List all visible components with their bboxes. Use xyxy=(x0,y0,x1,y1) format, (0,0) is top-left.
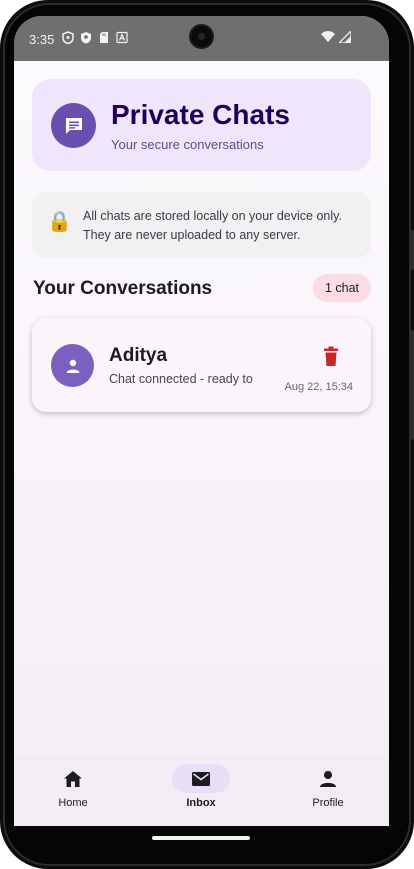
bottom-navigation: Home Inbox Profile xyxy=(14,756,389,826)
home-gesture-bar[interactable] xyxy=(152,836,250,840)
wifi-icon xyxy=(321,31,335,42)
conversation-preview: Chat connected - ready to xyxy=(109,372,253,386)
nav-label-profile: Profile xyxy=(312,797,344,809)
front-camera xyxy=(189,24,214,49)
trash-icon[interactable] xyxy=(321,346,341,368)
sd-card-icon xyxy=(100,32,108,43)
home-icon xyxy=(64,770,82,787)
status-bar: 3:35 xyxy=(14,16,389,61)
nav-label-inbox: Inbox xyxy=(186,797,216,809)
vpn-key-icon xyxy=(81,32,91,44)
nav-item-home[interactable]: Home xyxy=(28,764,118,822)
volume-button xyxy=(409,230,414,270)
nav-label-home: Home xyxy=(58,797,88,809)
mail-icon xyxy=(192,771,210,786)
privacy-shield-icon xyxy=(62,31,74,44)
conversation-timestamp: Aug 22, 15:34 xyxy=(284,381,353,393)
chat-bubble-icon xyxy=(51,103,96,148)
status-icons-left xyxy=(62,31,128,44)
app-screen: 3:35 Private Chats Your secure conversat… xyxy=(14,16,389,826)
page-title: Private Chats xyxy=(111,99,290,130)
chat-count-badge: 1 chat xyxy=(313,274,371,302)
header-card: Private Chats Your secure conversations xyxy=(32,79,371,171)
status-time: 3:35 xyxy=(29,32,55,47)
conversation-name: Aditya xyxy=(109,345,168,366)
power-button xyxy=(409,330,414,440)
nav-item-inbox[interactable]: Inbox xyxy=(156,764,246,822)
status-icons-right xyxy=(321,31,351,43)
cellular-signal-icon xyxy=(339,31,351,43)
privacy-notice: 🔒 All chats are stored locally on your d… xyxy=(32,192,371,258)
nav-item-profile[interactable]: Profile xyxy=(283,764,373,822)
conversations-heading: Your Conversations xyxy=(33,278,213,299)
font-a-icon xyxy=(116,31,128,44)
person-icon xyxy=(320,770,336,787)
page-subtitle: Your secure conversations xyxy=(111,137,264,152)
privacy-notice-text: All chats are stored locally on your dev… xyxy=(83,209,342,242)
phone-frame: 3:35 Private Chats Your secure conversat… xyxy=(0,0,414,869)
person-icon xyxy=(51,344,94,387)
conversation-item[interactable]: Aditya Chat connected - ready to Aug 22,… xyxy=(32,318,371,412)
lock-icon: 🔒 xyxy=(47,211,72,233)
